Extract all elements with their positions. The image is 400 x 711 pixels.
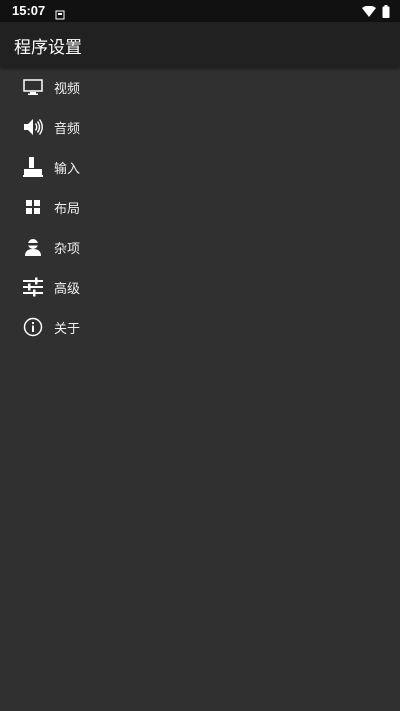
sliders-icon — [22, 276, 44, 298]
status-icons — [362, 3, 390, 22]
menu-item-input[interactable]: 输入 — [0, 147, 400, 187]
menu-item-audio[interactable]: 音频 — [0, 107, 400, 147]
menu-item-about[interactable]: 关于 — [0, 307, 400, 347]
app-bar: 程序设置 — [0, 22, 400, 67]
menu-item-misc[interactable]: 杂项 — [0, 227, 400, 267]
status-time: 15:07 — [12, 3, 46, 18]
menu-item-label: 音频 — [54, 121, 81, 137]
menu-item-label: 布局 — [54, 201, 81, 217]
grid-icon — [22, 196, 44, 218]
speaker-icon — [22, 116, 44, 138]
monitor-icon — [22, 76, 44, 98]
menu-item-advanced[interactable]: 高级 — [0, 267, 400, 307]
battery-icon — [382, 3, 390, 22]
notification-icon — [55, 5, 65, 20]
person-icon — [22, 236, 44, 258]
menu-item-label: 输入 — [54, 161, 81, 177]
menu-item-layout[interactable]: 布局 — [0, 187, 400, 227]
status-bar: 15:07 — [0, 0, 400, 22]
menu-item-label: 高级 — [54, 281, 81, 297]
menu-item-label: 视频 — [54, 81, 81, 97]
settings-menu: 视频 音频 输入 布局 杂项 高级 关于 — [0, 67, 400, 347]
page-title: 程序设置 — [14, 38, 82, 58]
menu-item-label: 关于 — [54, 321, 81, 337]
joystick-icon — [22, 156, 44, 178]
menu-item-label: 杂项 — [54, 241, 81, 257]
menu-item-video[interactable]: 视频 — [0, 67, 400, 107]
info-icon — [22, 316, 44, 338]
wifi-icon — [362, 3, 376, 22]
